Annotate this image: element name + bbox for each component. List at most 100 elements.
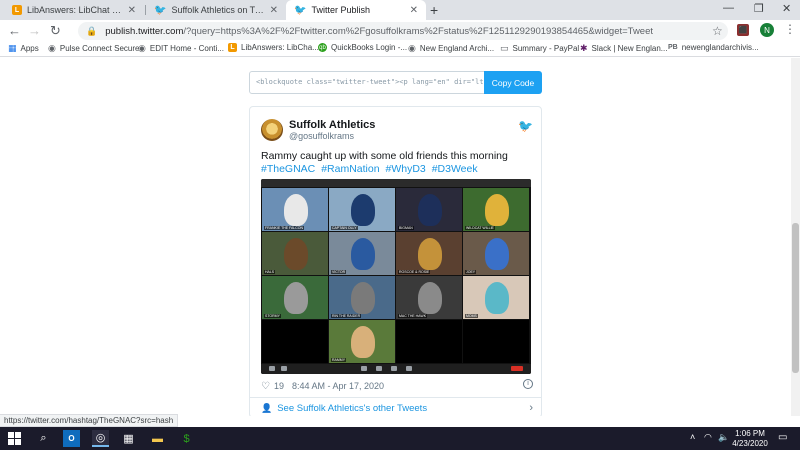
twitter-bird-icon[interactable]: 🐦 — [518, 119, 533, 133]
video-tile: HALS — [262, 232, 328, 275]
maximize-button[interactable]: ❐ — [754, 2, 764, 15]
tab-suffolk-twitter[interactable]: 🐦 Suffolk Athletics on Twitter: "Ram ✕ — [146, 0, 286, 20]
lock-icon: 🔒 — [86, 25, 98, 36]
tab-twitter-publish[interactable]: 🐦 Twitter Publish ✕ — [286, 0, 426, 20]
extension-icon[interactable]: ⬛ — [737, 24, 749, 36]
mascot-figure — [284, 194, 308, 226]
new-tab-button[interactable]: + — [430, 2, 438, 18]
record-icon — [406, 366, 412, 371]
clock-time: 1:06 PM — [735, 429, 765, 438]
video-tile: STORMY — [262, 276, 328, 319]
video-tile — [262, 320, 328, 363]
back-button[interactable]: ← — [8, 23, 21, 38]
window-close-button[interactable]: ✕ — [782, 2, 791, 15]
tweet-media-image[interactable]: FRANKIE THE FALCON CAPTAIN OLLY BIGMAN WILD… — [261, 179, 531, 374]
bookmark-pulse[interactable]: ◉ Pulse Connect Secure — [48, 43, 139, 54]
mascot-figure — [485, 282, 509, 314]
embed-code-row: <blockquote class="twitter-tweet"><p lan… — [249, 71, 542, 94]
browser-toolbar: ← → ↻ 🔒 publish.twitter.com /?query=http… — [0, 20, 800, 42]
zoom-toolbar-bottom — [261, 364, 531, 374]
bookmark-star-icon[interactable]: ☆ — [712, 24, 723, 38]
close-icon[interactable]: ✕ — [270, 5, 278, 16]
avatar[interactable] — [261, 119, 283, 141]
video-tile: RIN THE RAIDER — [329, 276, 395, 319]
video-tile-label: ROSCOE & ROSIE — [398, 270, 431, 274]
menu-dots-icon[interactable]: ⋮ — [784, 22, 796, 36]
mascot-figure — [485, 238, 509, 270]
video-tile: CAPTAIN OLLY — [329, 188, 395, 231]
video-tile-label: RIN THE RAIDER — [331, 314, 362, 318]
video-tile: VICTOR — [329, 232, 395, 275]
bookmark-paypal[interactable]: ▭ Summary - PayPal — [500, 43, 579, 54]
hashtag-link[interactable]: #D3Week — [432, 163, 478, 175]
hashtag-link[interactable]: #RamNation — [321, 163, 379, 175]
app-icon[interactable]: $ — [178, 430, 195, 447]
chrome-icon[interactable]: ◎ — [92, 430, 109, 447]
outlook-icon[interactable]: O — [63, 430, 80, 447]
bookmark-libanswers[interactable]: L LibAnswers: LibCha... — [228, 43, 319, 52]
mascot-figure — [351, 326, 375, 358]
windows-logo-icon — [8, 432, 21, 445]
tweet-author-name[interactable]: Suffolk Athletics — [289, 119, 375, 131]
video-tile-label: MOMS — [465, 314, 478, 318]
video-tile-label: VICTOR — [331, 270, 347, 274]
taskbar-clock[interactable]: 1:06 PM 4/23/2020 — [730, 429, 770, 449]
globe-icon: ◉ — [408, 43, 416, 53]
notification-icon[interactable]: ▭ — [778, 432, 787, 443]
tweet-timestamp[interactable]: 8:44 AM - Apr 17, 2020 — [292, 381, 384, 391]
video-icon — [281, 366, 287, 371]
tweet-author-handle[interactable]: @gosuffolkrams — [289, 131, 354, 141]
video-tile: BIGMAN — [396, 188, 462, 231]
bookmark-newenglandarchivists[interactable]: PB newenglandarchivis... — [668, 43, 759, 52]
profile-avatar[interactable]: N — [760, 23, 774, 37]
minimize-button[interactable]: — — [723, 2, 734, 14]
info-icon[interactable]: i — [523, 379, 533, 389]
close-icon[interactable]: ✕ — [128, 5, 136, 16]
calculator-icon[interactable]: ▦ — [120, 430, 137, 447]
heart-icon[interactable]: ♡ — [261, 381, 270, 392]
page-scrollbar[interactable] — [791, 58, 800, 416]
hashtag-link[interactable]: #WhyD3 — [386, 163, 426, 175]
embed-code-field[interactable]: <blockquote class="twitter-tweet"><p lan… — [249, 71, 485, 94]
libanswers-icon: L — [228, 43, 237, 52]
video-tile: RAMMY — [329, 320, 395, 363]
bookmark-edit-home[interactable]: ◉ EDIT Home - Conti... — [138, 43, 224, 54]
zoom-toolbar-top — [261, 179, 531, 187]
bookmark-slack[interactable]: ✱ Slack | New Englan... — [580, 43, 667, 54]
reload-button[interactable]: ↻ — [50, 23, 61, 39]
search-icon[interactable]: ⌕ — [35, 430, 52, 447]
windows-start-button[interactable] — [6, 430, 23, 447]
participants-icon — [361, 366, 367, 371]
libanswers-icon: L — [12, 5, 22, 15]
mascot-figure — [485, 194, 509, 226]
bookmark-apps[interactable]: ▦ Apps — [8, 43, 39, 54]
video-tile-label: WILDCAT WILLIE — [465, 226, 495, 230]
volume-icon[interactable]: 🔈 — [718, 432, 729, 443]
chevron-up-icon[interactable]: ˄ — [690, 432, 695, 442]
forward-button[interactable]: → — [28, 23, 41, 38]
video-tile: FRANKIE THE FALCON — [262, 188, 328, 231]
status-url-tooltip: https://twitter.com/hashtag/TheGNAC?src=… — [0, 414, 179, 427]
tweet-hashtags: #TheGNAC #RamNation #WhyD3 #D3Week — [261, 163, 533, 176]
scrollbar-thumb[interactable] — [792, 223, 799, 373]
tab-libanswers[interactable]: L LibAnswers: LibChat Dashboard ✕ — [4, 0, 144, 20]
hashtag-link[interactable]: #TheGNAC — [261, 163, 315, 175]
tweet-card: Suffolk Athletics @gosuffolkrams 🐦 Rammy… — [249, 106, 542, 416]
tab-strip: L LibAnswers: LibChat Dashboard ✕ 🐦 Suff… — [0, 0, 800, 20]
bookmark-quickbooks[interactable]: qb QuickBooks Login -... — [318, 43, 407, 52]
video-tile — [396, 320, 462, 363]
file-explorer-icon[interactable]: ▬ — [149, 430, 166, 447]
like-count: 19 — [273, 381, 284, 391]
see-more-tweets-link[interactable]: 👤 See Suffolk Athletics's other Tweets › — [261, 402, 533, 414]
wifi-icon[interactable]: ◠ — [704, 432, 712, 443]
url-path: /?query=https%3A%2F%2Ftwitter.com%2Fgosu… — [183, 25, 654, 37]
tweet-meta: ♡ 19 8:44 AM - Apr 17, 2020 i — [261, 379, 533, 392]
address-bar[interactable]: 🔒 publish.twitter.com /?query=https%3A%2… — [78, 22, 728, 40]
chat-icon — [391, 366, 397, 371]
close-icon[interactable]: ✕ — [410, 5, 418, 16]
copy-code-button[interactable]: Copy Code — [484, 71, 542, 94]
bookmark-new-england-archivists[interactable]: ◉ New England Archi... — [408, 43, 494, 54]
mascot-figure — [351, 194, 375, 226]
clock-date: 4/23/2020 — [732, 439, 768, 448]
divider — [250, 397, 541, 398]
